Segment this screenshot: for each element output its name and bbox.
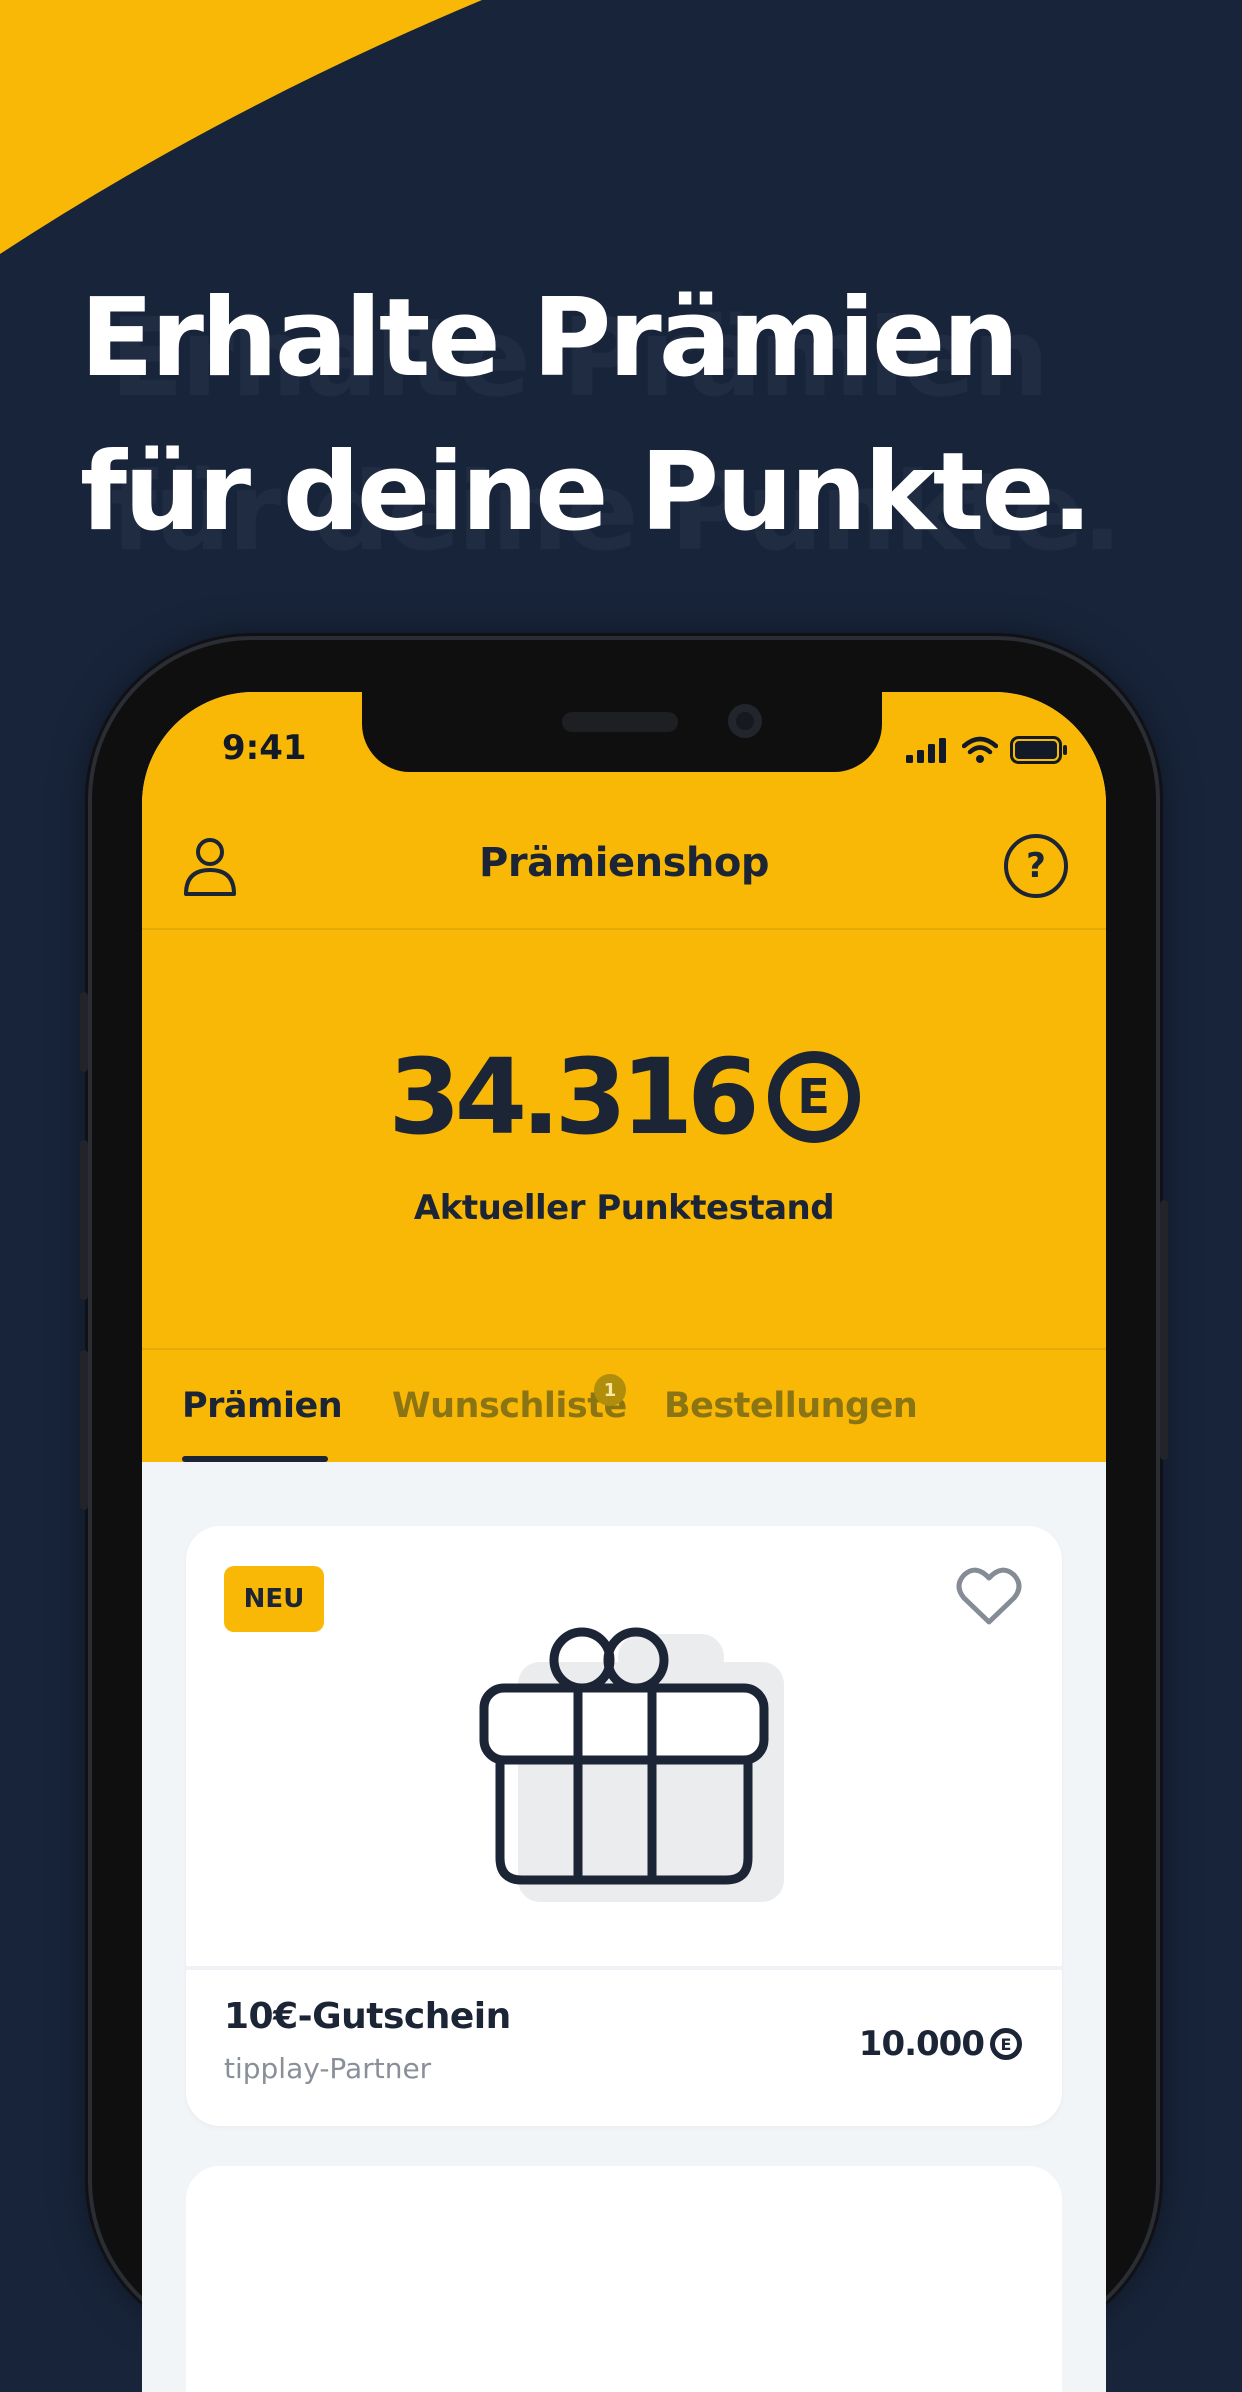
status-icons bbox=[906, 736, 1068, 764]
speaker bbox=[562, 712, 678, 732]
new-badge: NEU bbox=[224, 1566, 324, 1632]
wifi-icon bbox=[962, 736, 998, 763]
headline: Erhalte Prämien für deine Punkte. bbox=[80, 262, 1093, 570]
notch bbox=[362, 692, 882, 772]
phone-frame: 9:41 Prämienshop ? 34.316 E Aktueller Pu… bbox=[80, 640, 1168, 2392]
reward-price: 10.000 E bbox=[859, 2024, 1022, 2064]
help-icon: ? bbox=[1026, 846, 1046, 886]
tab-bestellungen[interactable]: Bestellungen bbox=[664, 1386, 918, 1426]
headline-line2: für deine Punkte. bbox=[80, 430, 1093, 555]
wishlist-count-badge: 1 bbox=[594, 1374, 626, 1406]
points-balance: 34.316 E bbox=[142, 1042, 1106, 1152]
status-time: 9:41 bbox=[222, 728, 307, 768]
reward-title: 10€-Gutschein bbox=[224, 1996, 511, 2037]
coin-icon-small: E bbox=[990, 2028, 1022, 2060]
nav-title: Prämienshop bbox=[479, 840, 769, 886]
heart-icon[interactable] bbox=[956, 1566, 1022, 1626]
phone-screen: 9:41 Prämienshop ? 34.316 E Aktueller Pu… bbox=[142, 692, 1106, 2392]
reward-image: NEU bbox=[186, 1526, 1062, 1970]
battery-icon bbox=[1010, 736, 1067, 764]
volume-up-button bbox=[80, 1140, 88, 1300]
coin-icon: E bbox=[767, 1051, 860, 1143]
mute-switch bbox=[80, 992, 88, 1072]
reward-card-next[interactable] bbox=[186, 2166, 1062, 2392]
tab-wunschliste[interactable]: Wunschliste bbox=[392, 1386, 627, 1426]
reward-partner: tipplay-Partner bbox=[224, 2052, 432, 2085]
points-label: Aktueller Punktestand bbox=[413, 1188, 835, 1228]
gift-icon bbox=[479, 1627, 784, 1902]
points-value: 34.316 bbox=[388, 1036, 759, 1158]
camera bbox=[728, 704, 762, 738]
reward-card[interactable]: NEU 10€-Gutschein tipplay-Partner 10.000… bbox=[186, 1526, 1062, 2126]
tab-active-indicator bbox=[182, 1456, 328, 1462]
signal-icon bbox=[906, 738, 946, 763]
power-button bbox=[1160, 1200, 1168, 1460]
tab-bar: Prämien Wunschliste 1 Bestellungen bbox=[142, 1348, 1106, 1464]
navigation-bar: Prämienshop ? bbox=[142, 810, 1106, 930]
reward-price-value: 10.000 bbox=[858, 2024, 985, 2064]
tab-praemien[interactable]: Prämien bbox=[182, 1386, 343, 1426]
headline-line1: Erhalte Prämien bbox=[80, 276, 1019, 401]
volume-down-button bbox=[80, 1350, 88, 1510]
help-button[interactable]: ? bbox=[1004, 834, 1068, 898]
